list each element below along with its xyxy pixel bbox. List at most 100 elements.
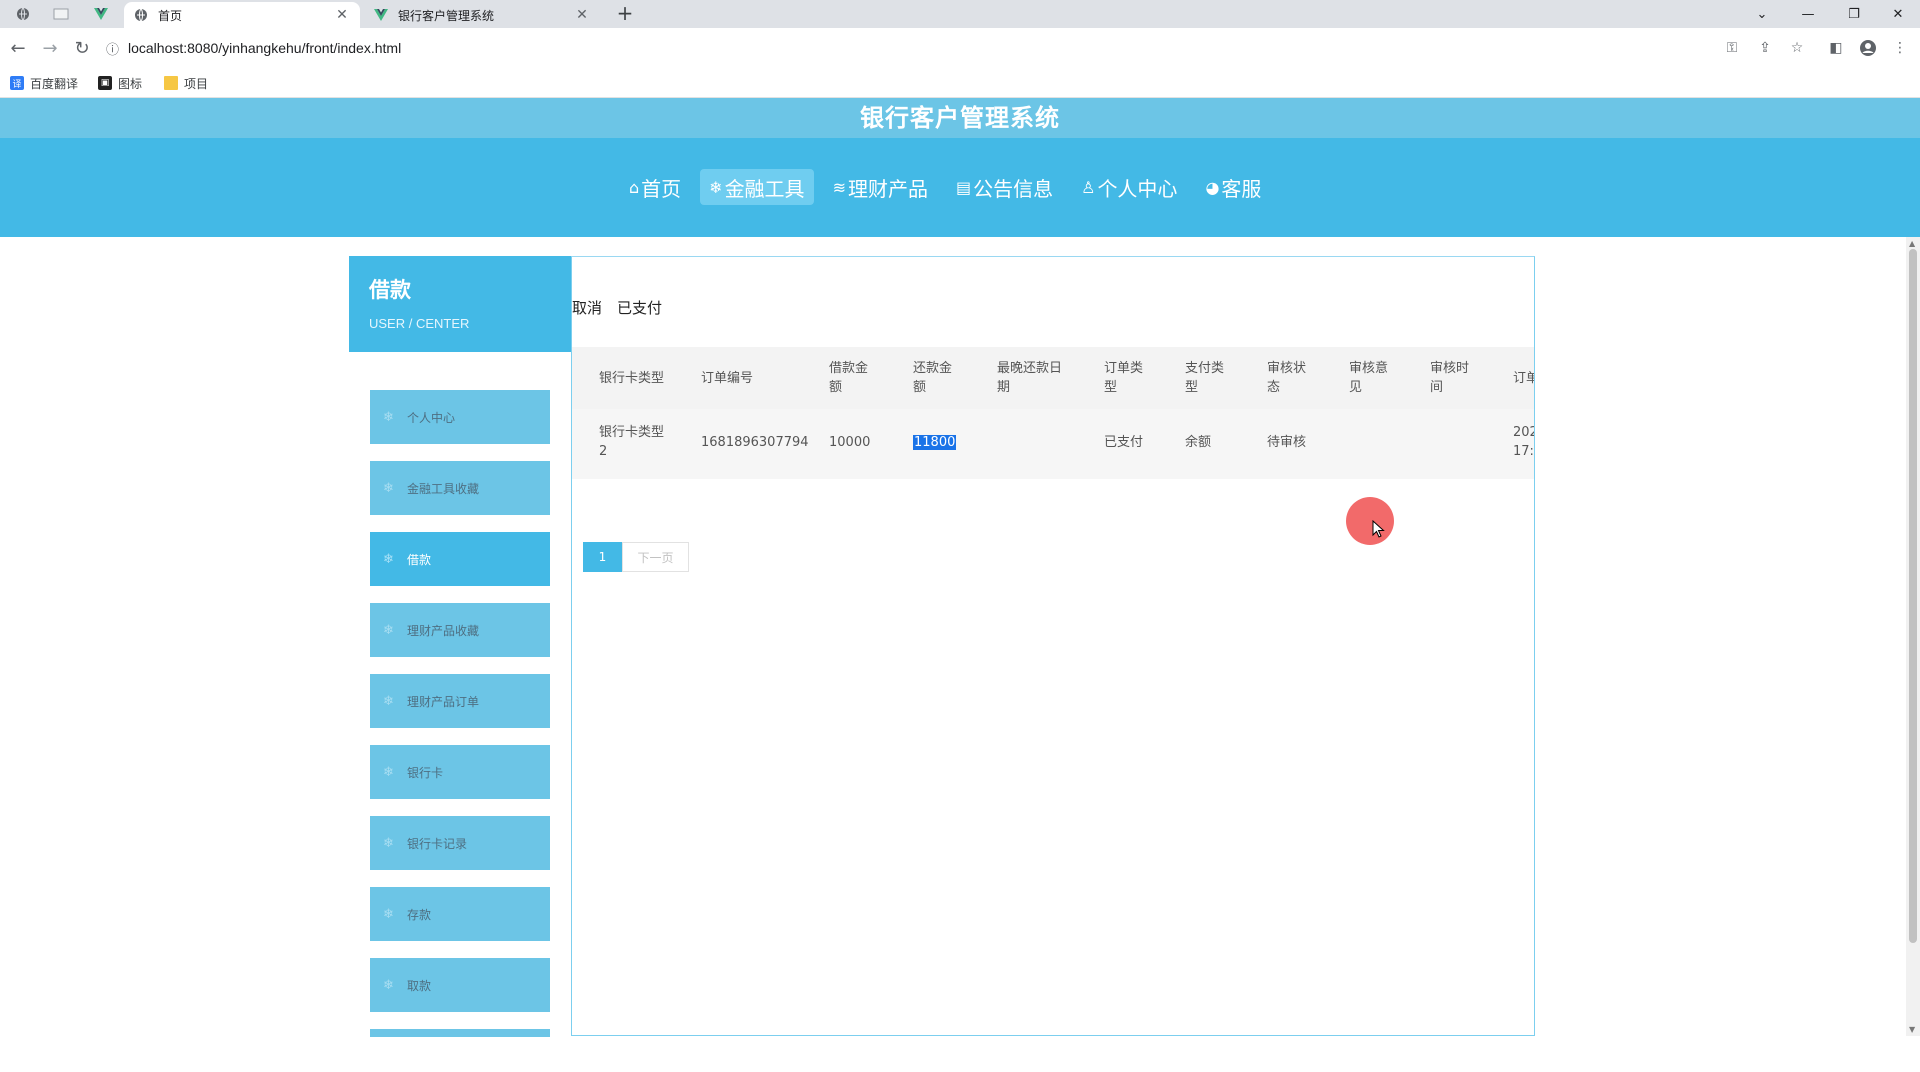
sidebar-menu: ❄ 个人中心 ❄ 金融工具收藏 ❄ 借款 ❄ 理财产品收藏 ❄ 理财产品订单 ❄… — [370, 390, 550, 1037]
cell-order-time: 2023 17: — [1513, 425, 1534, 459]
nav-item-home[interactable]: ⌂ 首页 — [620, 169, 690, 205]
close-icon[interactable]: ✕ — [574, 7, 590, 23]
bookmark-baidu-translate[interactable]: 译 百度翻译 — [10, 74, 78, 92]
sidebar-title: 借款 — [369, 278, 411, 302]
nav-label: 理财产品 — [847, 176, 928, 201]
sidebar-item-label: 借款 — [407, 552, 432, 567]
site-title-bar: 银行客户管理系统 — [0, 98, 1920, 138]
click-indicator — [1346, 497, 1394, 545]
vue-logo-icon — [374, 8, 388, 22]
home-icon: ⌂ — [629, 177, 640, 197]
bookmark-label: 项目 — [184, 76, 209, 91]
new-tab-button[interactable]: + — [612, 2, 638, 26]
sidebar-item-loan[interactable]: ❄ 借款 — [370, 532, 550, 586]
reload-icon[interactable]: ↻ — [70, 36, 94, 60]
cell-repayment-amount: 11800 — [913, 433, 957, 452]
close-window-icon[interactable]: ✕ — [1876, 0, 1920, 28]
table-row[interactable]: 银行卡类型2 1681896307794 10000 11800 已支付 余额 … — [572, 409, 1534, 479]
column-header: 审核意见 — [1349, 361, 1389, 395]
status-tab-cancelled[interactable]: 取消 — [572, 297, 602, 318]
scrollbar-thumb[interactable] — [1909, 249, 1917, 943]
sidebar-item-deposit[interactable]: ❄ 存款 — [370, 887, 550, 941]
restore-icon[interactable]: ❐ — [1832, 0, 1876, 28]
sidebar-item-bank-card[interactable]: ❄ 银行卡 — [370, 745, 550, 799]
sidebar-item-product-orders[interactable]: ❄ 理财产品订单 — [370, 674, 550, 728]
side-panel-icon[interactable]: ◧ — [1826, 38, 1846, 58]
pagination: 1 下一页 — [583, 542, 689, 572]
bookmark-label: 百度翻译 — [30, 76, 79, 91]
sidebar-subtitle: USER / CENTER — [369, 316, 470, 331]
nav-item-personal-center[interactable]: ♙ 个人中心 — [1072, 169, 1186, 205]
snowflake-icon: ❄ — [383, 622, 394, 638]
table-header: 银行卡类型 订单编号 借款金额 还款金额 最晚还款日期 订单类型 支付类型 审核… — [572, 347, 1534, 409]
tab-title: 银行客户管理系统 — [398, 8, 495, 23]
column-header: 订单编号 — [701, 371, 754, 386]
profile-icon[interactable] — [1858, 38, 1878, 58]
nav-item-wealth-products[interactable]: ≋ 理财产品 — [824, 169, 937, 205]
column-header: 银行卡类型 — [599, 371, 665, 386]
nav-label: 金融工具 — [724, 176, 805, 201]
translate-icon: 译 — [10, 76, 24, 90]
next-page-button[interactable]: 下一页 — [622, 542, 689, 572]
snowflake-icon: ❄ — [383, 480, 394, 496]
cell-payment-type: 余额 — [1185, 435, 1212, 450]
selected-text: 11800 — [913, 435, 957, 450]
sidebar-item-label: 存款 — [407, 907, 432, 922]
nav-item-announcements[interactable]: ▤ 公告信息 — [947, 169, 1062, 205]
bookmark-label: 图标 — [118, 76, 143, 91]
minimize-icon[interactable]: — — [1786, 0, 1830, 28]
sidebar-item-label: 取款 — [407, 978, 432, 993]
column-header: 订单类型 — [1104, 361, 1144, 395]
status-tab-paid[interactable]: 已支付 — [617, 297, 662, 318]
address-bar[interactable]: ⓘ localhost:8080/yinhangkehu/front/index… — [106, 32, 1896, 64]
bookmark-icons[interactable]: ▣ 图标 — [98, 74, 142, 92]
share-icon[interactable]: ⇪ — [1755, 38, 1775, 58]
sidebar-item-label: 理财产品订单 — [407, 694, 480, 709]
sidebar-item-more[interactable] — [370, 1029, 550, 1037]
blank-page-icon[interactable] — [46, 2, 76, 26]
sidebar-item-label: 金融工具收藏 — [407, 481, 480, 496]
column-header: 订单 — [1513, 371, 1534, 386]
sidebar-item-personal-center[interactable]: ❄ 个人中心 — [370, 390, 550, 444]
column-header: 审核状态 — [1267, 361, 1307, 395]
page-scrollbar[interactable]: ▲ ▼ — [1906, 237, 1920, 1036]
column-header: 支付类型 — [1185, 361, 1225, 395]
vue-logo-icon[interactable] — [86, 2, 116, 26]
sidebar-item-bank-card-records[interactable]: ❄ 银行卡记录 — [370, 816, 550, 870]
nav-item-customer-service[interactable]: ◕ 客服 — [1196, 169, 1270, 205]
cell-order-number: 1681896307794 — [701, 435, 809, 450]
site-title: 银行客户管理系统 — [860, 104, 1060, 132]
nav-label: 客服 — [1221, 176, 1262, 201]
bookmark-project[interactable]: 项目 — [164, 74, 208, 92]
globe-icon[interactable] — [8, 2, 38, 26]
tab-search-icon[interactable]: ⌄ — [1740, 0, 1784, 28]
notice-icon: ▤ — [955, 177, 972, 197]
globe-icon — [134, 8, 148, 22]
page-button-current[interactable]: 1 — [583, 542, 622, 572]
menu-dots-icon[interactable]: ⋮ — [1890, 38, 1910, 58]
sidebar-item-product-favorites[interactable]: ❄ 理财产品收藏 — [370, 603, 550, 657]
scroll-down-icon[interactable]: ▼ — [1909, 1025, 1915, 1034]
tab-home[interactable]: 首页 ✕ — [124, 2, 360, 28]
back-arrow-icon[interactable]: ← — [6, 36, 30, 60]
tab-title: 首页 — [158, 8, 183, 23]
column-header: 审核时间 — [1430, 361, 1470, 395]
star-icon[interactable]: ☆ — [1787, 38, 1807, 58]
key-icon[interactable]: ⚿ — [1722, 38, 1742, 58]
snowflake-icon: ❄ — [383, 835, 394, 851]
sidebar-header: 借款 USER / CENTER — [349, 256, 571, 352]
tab-bank-system[interactable]: 银行客户管理系统 ✕ — [364, 2, 600, 28]
close-icon[interactable]: ✕ — [334, 7, 350, 23]
browser-toolbar: ← → ↻ ⓘ localhost:8080/yinhangkehu/front… — [0, 28, 1920, 68]
sidebar-item-withdraw[interactable]: ❄ 取款 — [370, 958, 550, 1012]
scroll-up-icon[interactable]: ▲ — [1909, 239, 1915, 248]
column-header: 还款金额 — [913, 361, 953, 395]
info-icon[interactable]: ⓘ — [106, 39, 128, 58]
loan-orders-panel: 取消 已支付 银行卡类型 订单编号 借款金额 还款金额 最晚还款日期 订单类型 … — [571, 256, 1535, 1036]
sidebar-item-finance-tool-favorites[interactable]: ❄ 金融工具收藏 — [370, 461, 550, 515]
url-text[interactable]: localhost:8080/yinhangkehu/front/index.h… — [128, 40, 401, 56]
nav-item-finance-tools[interactable]: ❄ 金融工具 — [700, 169, 814, 205]
browser-tab-strip: 首页 ✕ 银行客户管理系统 ✕ + ⌄ — ❐ ✕ — [0, 0, 1920, 28]
cell-loan-amount: 10000 — [829, 435, 871, 450]
forward-arrow-icon[interactable]: → — [38, 36, 62, 60]
